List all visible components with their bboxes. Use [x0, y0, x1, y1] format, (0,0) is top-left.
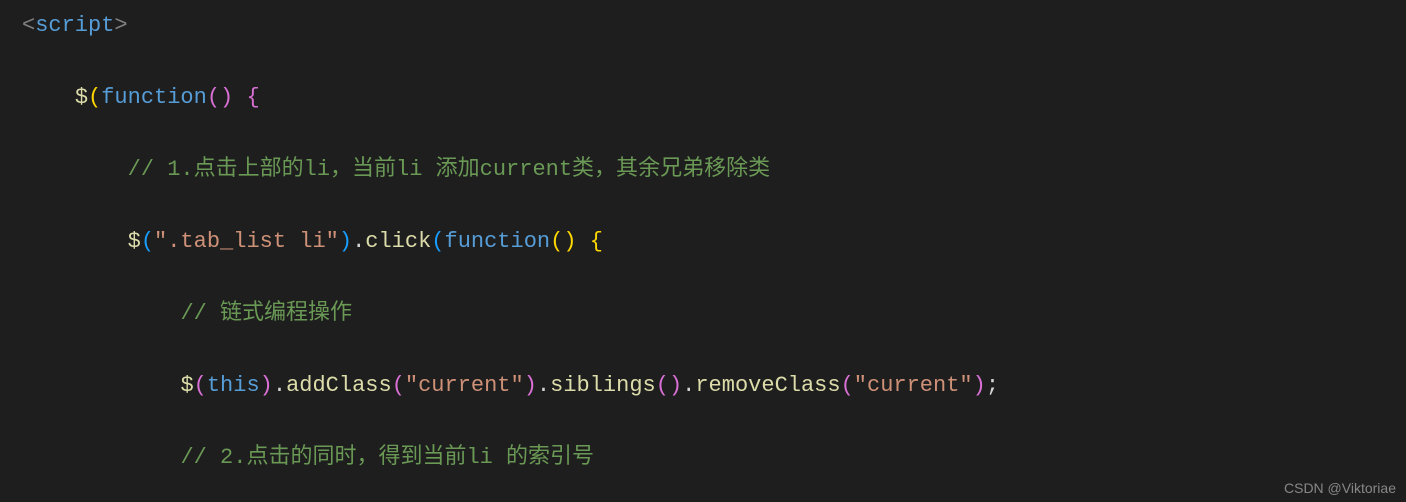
paren: ( [841, 373, 854, 398]
space [233, 85, 246, 110]
paren: ) [524, 373, 537, 398]
dollar-fn: $ [180, 373, 193, 398]
brace: { [590, 229, 603, 254]
paren: ) [339, 229, 352, 254]
dot: . [273, 373, 286, 398]
code-line: // 链式编程操作 [22, 296, 1406, 332]
method-siblings: siblings [550, 373, 656, 398]
paren: ( [194, 373, 207, 398]
code-line: $(".tab_list li").click(function() { [22, 224, 1406, 260]
space [577, 229, 590, 254]
paren: ) [669, 373, 682, 398]
dot: . [682, 373, 695, 398]
watermark-label: CSDN @Viktoriae [1284, 480, 1396, 496]
paren: ( [431, 229, 444, 254]
paren: ) [220, 85, 233, 110]
method-click: click [365, 229, 431, 254]
dot: . [352, 229, 365, 254]
paren: ( [207, 85, 220, 110]
string: ".tab_list li" [154, 229, 339, 254]
code-line: <script> [22, 8, 1406, 44]
comment: // 2.点击的同时，得到当前li 的索引号 [180, 445, 594, 470]
this-keyword: this [207, 373, 260, 398]
paren: ( [141, 229, 154, 254]
method-removeclass: removeClass [695, 373, 840, 398]
paren: ( [656, 373, 669, 398]
method-addclass: addClass [286, 373, 392, 398]
code-line: // 2.点击的同时，得到当前li 的索引号 [22, 440, 1406, 476]
semicolon: ; [986, 373, 999, 398]
dollar-fn: $ [128, 229, 141, 254]
paren: ( [88, 85, 101, 110]
tag-name: script [35, 13, 114, 38]
code-editor[interactable]: <script> $(function() { // 1.点击上部的li，当前l… [0, 0, 1406, 502]
paren: ) [563, 229, 576, 254]
string: "current" [405, 373, 524, 398]
function-keyword: function [445, 229, 551, 254]
tag-open-lt: < [22, 13, 35, 38]
paren: ( [550, 229, 563, 254]
paren: ) [973, 373, 986, 398]
string: "current" [854, 373, 973, 398]
code-line: // 1.点击上部的li，当前li 添加current类，其余兄弟移除类 [22, 152, 1406, 188]
function-keyword: function [101, 85, 207, 110]
paren: ) [260, 373, 273, 398]
brace: { [246, 85, 259, 110]
dot: . [537, 373, 550, 398]
tag-open-gt: > [114, 13, 127, 38]
code-line: $(this).addClass("current").siblings().r… [22, 368, 1406, 404]
code-line: $(function() { [22, 80, 1406, 116]
comment: // 1.点击上部的li，当前li 添加current类，其余兄弟移除类 [128, 157, 770, 182]
dollar-fn: $ [75, 85, 88, 110]
comment: // 链式编程操作 [180, 301, 352, 326]
paren: ( [392, 373, 405, 398]
